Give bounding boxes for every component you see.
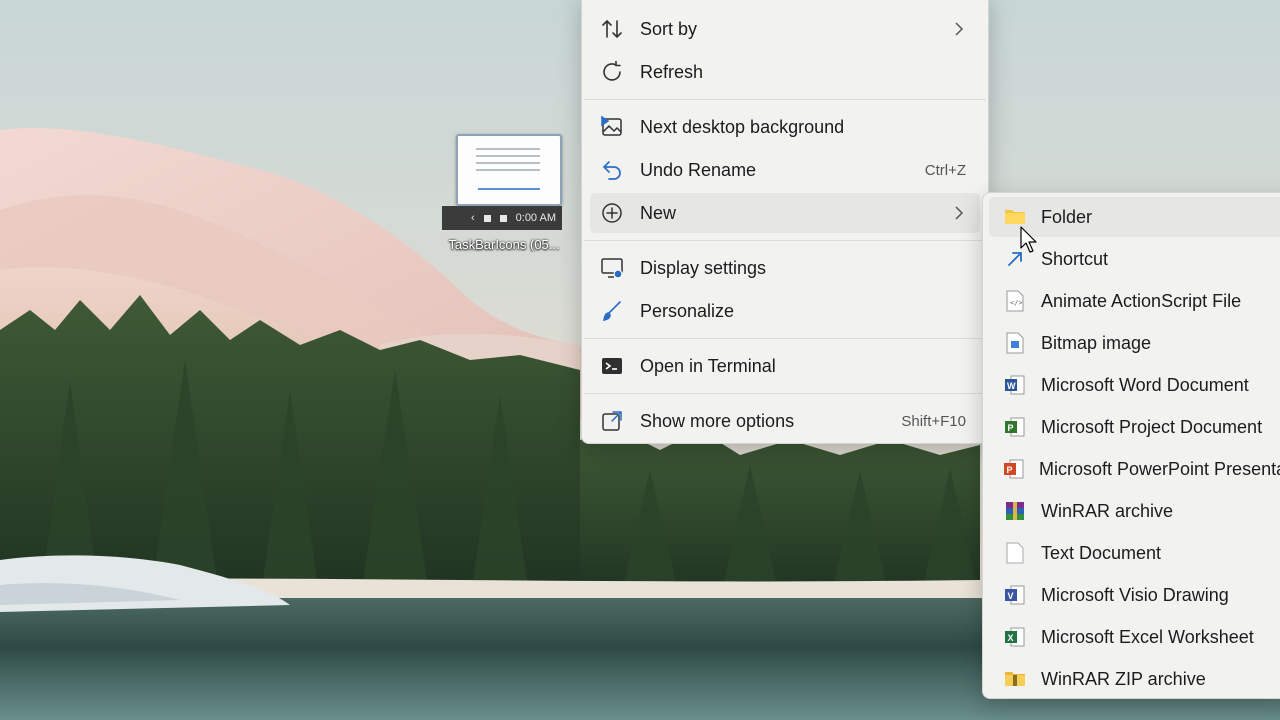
word-icon: W bbox=[1003, 373, 1027, 397]
submenu-item-word[interactable]: W Microsoft Word Document bbox=[989, 365, 1280, 405]
submenu-item-visio[interactable]: V Microsoft Visio Drawing bbox=[989, 575, 1280, 615]
menu-separator bbox=[584, 240, 986, 241]
menu-item-open-in-terminal[interactable]: Open in Terminal bbox=[590, 346, 980, 386]
submenu-item-bitmap[interactable]: Bitmap image bbox=[989, 323, 1280, 363]
submenu-item-excel[interactable]: X Microsoft Excel Worksheet bbox=[989, 617, 1280, 657]
submenu-item-project[interactable]: P Microsoft Project Document bbox=[989, 407, 1280, 447]
personalize-icon bbox=[598, 297, 626, 325]
submenu-item-text-document[interactable]: Text Document bbox=[989, 533, 1280, 573]
chevron-right-icon bbox=[954, 205, 964, 226]
context-menu: Sort by Refresh Next desktop background bbox=[581, 0, 989, 444]
bitmap-icon bbox=[1003, 331, 1027, 355]
submenu-item-winrar[interactable]: WinRAR archive bbox=[989, 491, 1280, 531]
menu-item-refresh[interactable]: Refresh bbox=[590, 52, 980, 92]
undo-icon bbox=[598, 156, 626, 184]
submenu-item-winrar-zip[interactable]: WinRAR ZIP archive bbox=[989, 659, 1280, 699]
excel-icon: X bbox=[1003, 625, 1027, 649]
refresh-icon bbox=[598, 58, 626, 86]
submenu-item-actionscript[interactable]: </> Animate ActionScript File bbox=[989, 281, 1280, 321]
menu-item-sort-by[interactable]: Sort by bbox=[590, 9, 980, 49]
winrar-zip-icon bbox=[1003, 667, 1027, 691]
svg-text:X: X bbox=[1008, 633, 1014, 643]
actionscript-file-icon: </> bbox=[1003, 289, 1027, 313]
submenu-item-powerpoint[interactable]: P Microsoft PowerPoint Presentation bbox=[989, 449, 1280, 489]
terminal-icon bbox=[598, 352, 626, 380]
winrar-icon bbox=[1003, 499, 1027, 523]
new-submenu: Folder Shortcut </> Animate ActionScript… bbox=[982, 192, 1280, 699]
thumbnail-taskbar: ‹ 0:00 AM bbox=[442, 206, 562, 230]
menu-separator bbox=[584, 99, 986, 100]
display-settings-icon bbox=[598, 254, 626, 282]
svg-text:W: W bbox=[1007, 381, 1016, 391]
square-icon bbox=[483, 214, 491, 222]
svg-text:P: P bbox=[1008, 423, 1014, 433]
menu-separator bbox=[584, 338, 986, 339]
sort-icon bbox=[598, 15, 626, 43]
square-icon bbox=[499, 214, 507, 222]
powerpoint-icon: P bbox=[1003, 457, 1025, 481]
taskbar-time: 0:00 AM bbox=[515, 212, 556, 224]
file-thumbnail bbox=[456, 134, 562, 206]
shortcut-more-options: Shift+F10 bbox=[901, 412, 966, 430]
more-options-icon bbox=[598, 407, 626, 435]
svg-text:P: P bbox=[1007, 465, 1013, 475]
menu-item-personalize[interactable]: Personalize bbox=[590, 291, 980, 331]
menu-item-undo-rename[interactable]: Undo Rename Ctrl+Z bbox=[590, 150, 980, 190]
menu-item-display-settings[interactable]: Display settings bbox=[590, 248, 980, 288]
new-icon bbox=[598, 199, 626, 227]
next-background-icon bbox=[598, 113, 626, 141]
visio-icon: V bbox=[1003, 583, 1027, 607]
menu-item-next-desktop-background[interactable]: Next desktop background bbox=[590, 107, 980, 147]
shortcut-undo: Ctrl+Z bbox=[924, 161, 966, 179]
chevron-left-icon: ‹ bbox=[470, 212, 475, 224]
menu-item-show-more-options[interactable]: Show more options Shift+F10 bbox=[590, 401, 980, 441]
desktop-file-label: TaskBarIcons (05... bbox=[448, 237, 560, 252]
project-icon: P bbox=[1003, 415, 1027, 439]
mouse-cursor-icon bbox=[1020, 226, 1040, 259]
svg-text:</>: </> bbox=[1010, 299, 1023, 307]
menu-separator bbox=[584, 393, 986, 394]
menu-item-new[interactable]: New bbox=[590, 193, 980, 233]
chevron-right-icon bbox=[954, 21, 964, 42]
svg-text:V: V bbox=[1008, 591, 1014, 601]
text-document-icon bbox=[1003, 541, 1027, 565]
